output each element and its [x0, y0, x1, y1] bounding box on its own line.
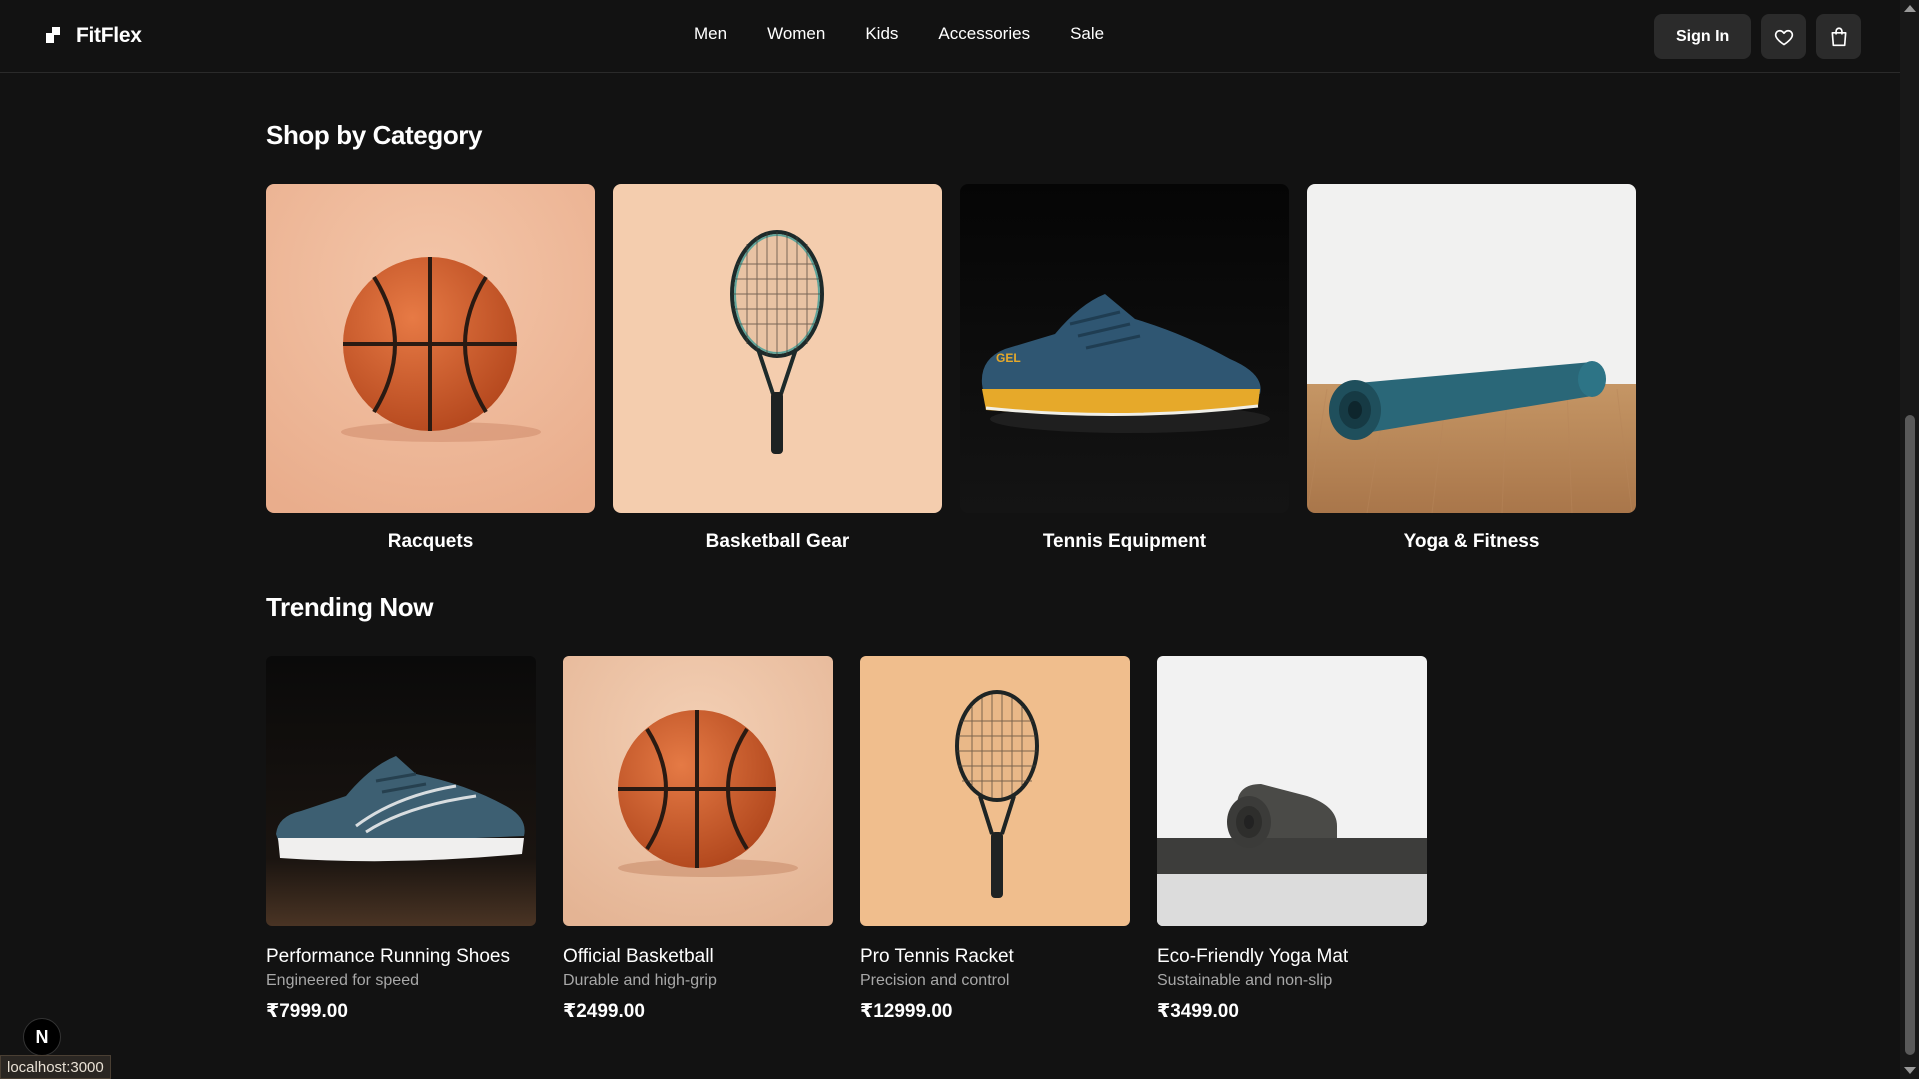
product-grid: Performance Running Shoes Engineered for…: [266, 656, 1427, 1023]
nav-item-kids[interactable]: Kids: [865, 24, 898, 44]
tennis-racket-image: [860, 656, 1130, 926]
category-card[interactable]: GEL Tennis Equipment: [960, 184, 1289, 553]
brand-logo[interactable]: FitFlex: [46, 24, 142, 48]
product-card[interactable]: Eco-Friendly Yoga Mat Sustainable and no…: [1157, 656, 1427, 1023]
trending-section-title: Trending Now: [266, 592, 434, 622]
basketball-image: [266, 184, 595, 513]
shopping-bag-icon: [1831, 26, 1847, 46]
product-price: ₹2499.00: [563, 1001, 645, 1022]
cart-button[interactable]: [1816, 14, 1862, 59]
brand-name: FitFlex: [76, 24, 142, 47]
header-actions: Sign In: [1654, 14, 1862, 59]
nav-item-men[interactable]: Men: [694, 24, 727, 44]
product-card[interactable]: Official Basketball Durable and high-gri…: [563, 656, 833, 1023]
page-scrollbar[interactable]: [1900, 0, 1919, 1079]
yoga-mat-image: [1157, 656, 1427, 926]
product-price: ₹12999.00: [860, 1001, 953, 1022]
sign-in-button[interactable]: Sign In: [1654, 14, 1752, 59]
scroll-up-arrow-icon[interactable]: [1904, 5, 1916, 12]
nav-item-women[interactable]: Women: [767, 24, 825, 44]
yoga-mat-image: [1307, 184, 1636, 513]
product-card[interactable]: Pro Tennis Racket Precision and control …: [860, 656, 1130, 1023]
main-nav: Men Women Kids Accessories Sale: [694, 24, 1104, 44]
product-name: Performance Running Shoes: [266, 946, 510, 967]
wishlist-button[interactable]: [1761, 14, 1807, 59]
product-name: Official Basketball: [563, 946, 714, 967]
product-description: Engineered for speed: [266, 972, 419, 989]
product-description: Durable and high-grip: [563, 972, 717, 989]
category-card[interactable]: Yoga & Fitness: [1307, 184, 1636, 553]
running-shoes-image: [266, 656, 536, 926]
product-price: ₹3499.00: [1157, 1001, 1239, 1022]
heart-icon: [1774, 29, 1793, 45]
product-name: Pro Tennis Racket: [860, 946, 1014, 967]
product-price: ₹7999.00: [266, 1001, 348, 1022]
product-description: Sustainable and non-slip: [1157, 972, 1333, 989]
product-description: Precision and control: [860, 972, 1010, 989]
scroll-thumb[interactable]: [1905, 415, 1915, 1055]
svg-text:GEL: GEL: [996, 351, 1021, 365]
nav-item-accessories[interactable]: Accessories: [938, 24, 1030, 44]
status-bar-url: localhost:3000: [0, 1055, 111, 1079]
category-grid: Racquets Basketball Gear GEL Tennis Equi…: [266, 184, 1636, 553]
category-card[interactable]: Racquets: [266, 184, 595, 553]
site-header: FitFlex Men Women Kids Accessories Sale …: [0, 0, 1900, 73]
product-card[interactable]: Performance Running Shoes Engineered for…: [266, 656, 536, 1023]
category-label: Basketball Gear: [705, 531, 850, 552]
category-label: Yoga & Fitness: [1403, 531, 1540, 552]
nav-item-sale[interactable]: Sale: [1070, 24, 1104, 44]
logo-icon: [46, 27, 62, 45]
category-section-title: Shop by Category: [266, 120, 483, 150]
scroll-down-arrow-icon[interactable]: [1904, 1067, 1916, 1074]
running-shoe-image: GEL: [960, 184, 1289, 513]
category-label: Tennis Equipment: [1042, 531, 1207, 552]
tennis-racket-image: [613, 184, 942, 513]
basketball-image: [563, 656, 833, 926]
nextjs-dev-badge[interactable]: N: [23, 1018, 61, 1056]
category-card[interactable]: Basketball Gear: [613, 184, 942, 553]
product-name: Eco-Friendly Yoga Mat: [1157, 946, 1349, 967]
category-label: Racquets: [387, 531, 474, 552]
